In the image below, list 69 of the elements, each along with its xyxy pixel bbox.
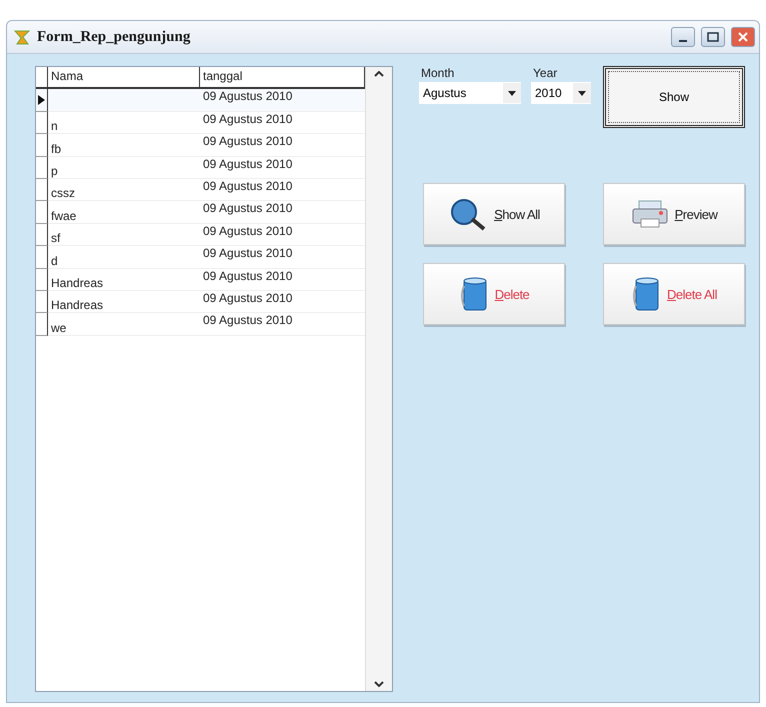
table-cell: p — [51, 164, 58, 178]
table-cell: fwae — [51, 208, 76, 223]
table-row[interactable]: n 09 Agustus 2010 — [36, 112, 365, 134]
dropdown-arrow-icon — [578, 90, 586, 96]
delete-button[interactable]: Delete All — [603, 263, 745, 325]
table-cell: 09 Agustus 2010 — [203, 313, 292, 328]
table-cell: we — [51, 320, 66, 335]
row-pointer-icon — [38, 95, 45, 106]
dropdown[interactable]: Agustus — [419, 82, 521, 104]
row-header[interactable] — [36, 290, 48, 314]
table-cell: d — [51, 254, 58, 268]
row-header[interactable] — [36, 268, 48, 291]
printer-icon — [630, 199, 669, 229]
table-cell: 09 Agustus 2010 — [203, 224, 292, 238]
row-header[interactable] — [36, 112, 48, 134]
table-cell: cssz — [51, 186, 75, 200]
preview-button[interactable]: Preview — [603, 183, 745, 245]
row-header[interactable] — [36, 156, 48, 179]
bin-icon — [631, 276, 662, 312]
table-row[interactable]: Handreas 09 Agustus 2010 — [36, 290, 365, 314]
table-cell: Handreas — [51, 276, 104, 290]
table-cell: 09 Agustus 2010 — [203, 178, 292, 193]
table-cell: Handreas — [51, 298, 104, 312]
table-row[interactable]: we 09 Agustus 2010 — [36, 313, 365, 336]
table-row[interactable]: 09 Agustus 2010 — [36, 89, 365, 112]
row-header[interactable] — [36, 178, 48, 202]
delete-button[interactable]: Delete — [423, 263, 565, 325]
maximize-icon — [707, 32, 719, 42]
table-cell: 09 Agustus 2010 — [203, 290, 292, 305]
table-cell: 09 Agustus 2010 — [203, 201, 292, 216]
row-header[interactable] — [36, 224, 48, 246]
row-header[interactable] — [36, 134, 48, 157]
row-header[interactable] — [36, 201, 48, 224]
close-icon — [737, 31, 749, 43]
scroll-up-icon[interactable] — [374, 71, 384, 77]
minimize-button[interactable] — [671, 27, 695, 47]
table-row[interactable]: d 09 Agustus 2010 — [36, 246, 365, 269]
table-row[interactable]: p 09 Agustus 2010 — [36, 156, 365, 179]
scrollbar[interactable] — [365, 67, 392, 691]
scroll-down-icon[interactable] — [374, 681, 384, 687]
table-cell: 09 Agustus 2010 — [203, 246, 292, 260]
show-button[interactable]: Show — [603, 66, 745, 128]
show-all-button[interactable]: Show All — [423, 183, 565, 245]
table-cell: 09 Agustus 2010 — [203, 268, 292, 283]
table-cell: 09 Agustus 2010 — [203, 134, 292, 148]
field-label: Month — [420, 66, 456, 80]
table-row[interactable]: fwae 09 Agustus 2010 — [36, 201, 365, 224]
dropdown[interactable]: 2010 — [531, 82, 591, 104]
table-cell: fb — [51, 142, 62, 156]
table-cell: 09 Agustus 2010 — [203, 112, 292, 126]
table-row[interactable]: Handreas 09 Agustus 2010 — [36, 268, 365, 291]
row-header[interactable] — [36, 313, 48, 336]
table-cell: sf — [51, 231, 60, 246]
dropdown-arrow-icon — [508, 90, 516, 96]
table-row[interactable]: cssz 09 Agustus 2010 — [36, 178, 365, 202]
bin-icon — [458, 276, 489, 312]
maximize-button[interactable] — [701, 27, 725, 47]
window-title: Form_Rep_pengunjung — [37, 28, 192, 46]
table-row[interactable]: sf 09 Agustus 2010 — [36, 224, 365, 246]
table-cell: n — [51, 119, 58, 134]
table-cell: 09 Agustus 2010 — [203, 156, 292, 171]
table-cell: 09 Agustus 2010 — [203, 89, 292, 104]
row-header[interactable] — [36, 89, 48, 112]
field-label: Year — [532, 66, 558, 80]
minimize-icon — [679, 40, 687, 42]
app-icon — [13, 28, 31, 46]
close-button[interactable] — [731, 27, 755, 47]
table-row[interactable]: fb 09 Agustus 2010 — [36, 134, 365, 157]
row-header[interactable] — [36, 246, 48, 269]
